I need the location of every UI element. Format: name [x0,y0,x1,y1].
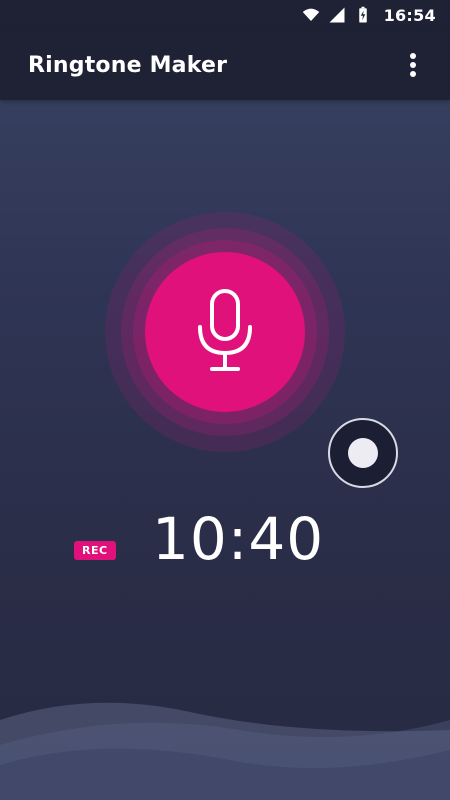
recorder-screen: 16:54 Ringtone Maker REC 10:40 [0,0,450,800]
cellular-signal-icon [329,7,345,23]
record-stop-button[interactable] [328,418,398,488]
recording-timer: 10:40 [152,505,325,573]
app-title: Ringtone Maker [28,52,228,78]
battery-charging-icon [358,6,367,23]
rec-badge: REC [74,541,116,560]
mic-pulse-area [105,212,345,452]
record-dot-icon [348,438,378,468]
overflow-menu-button[interactable] [398,50,428,80]
timer-row: REC 10:40 [0,505,450,575]
status-time: 16:54 [383,5,436,25]
more-vert-icon [410,53,416,77]
wifi-icon [302,8,319,21]
mic-record-button[interactable] [145,252,305,412]
microphone-icon [198,289,252,371]
app-bar: Ringtone Maker [0,30,450,100]
status-bar: 16:54 [0,0,450,30]
decorative-waves [0,702,450,800]
